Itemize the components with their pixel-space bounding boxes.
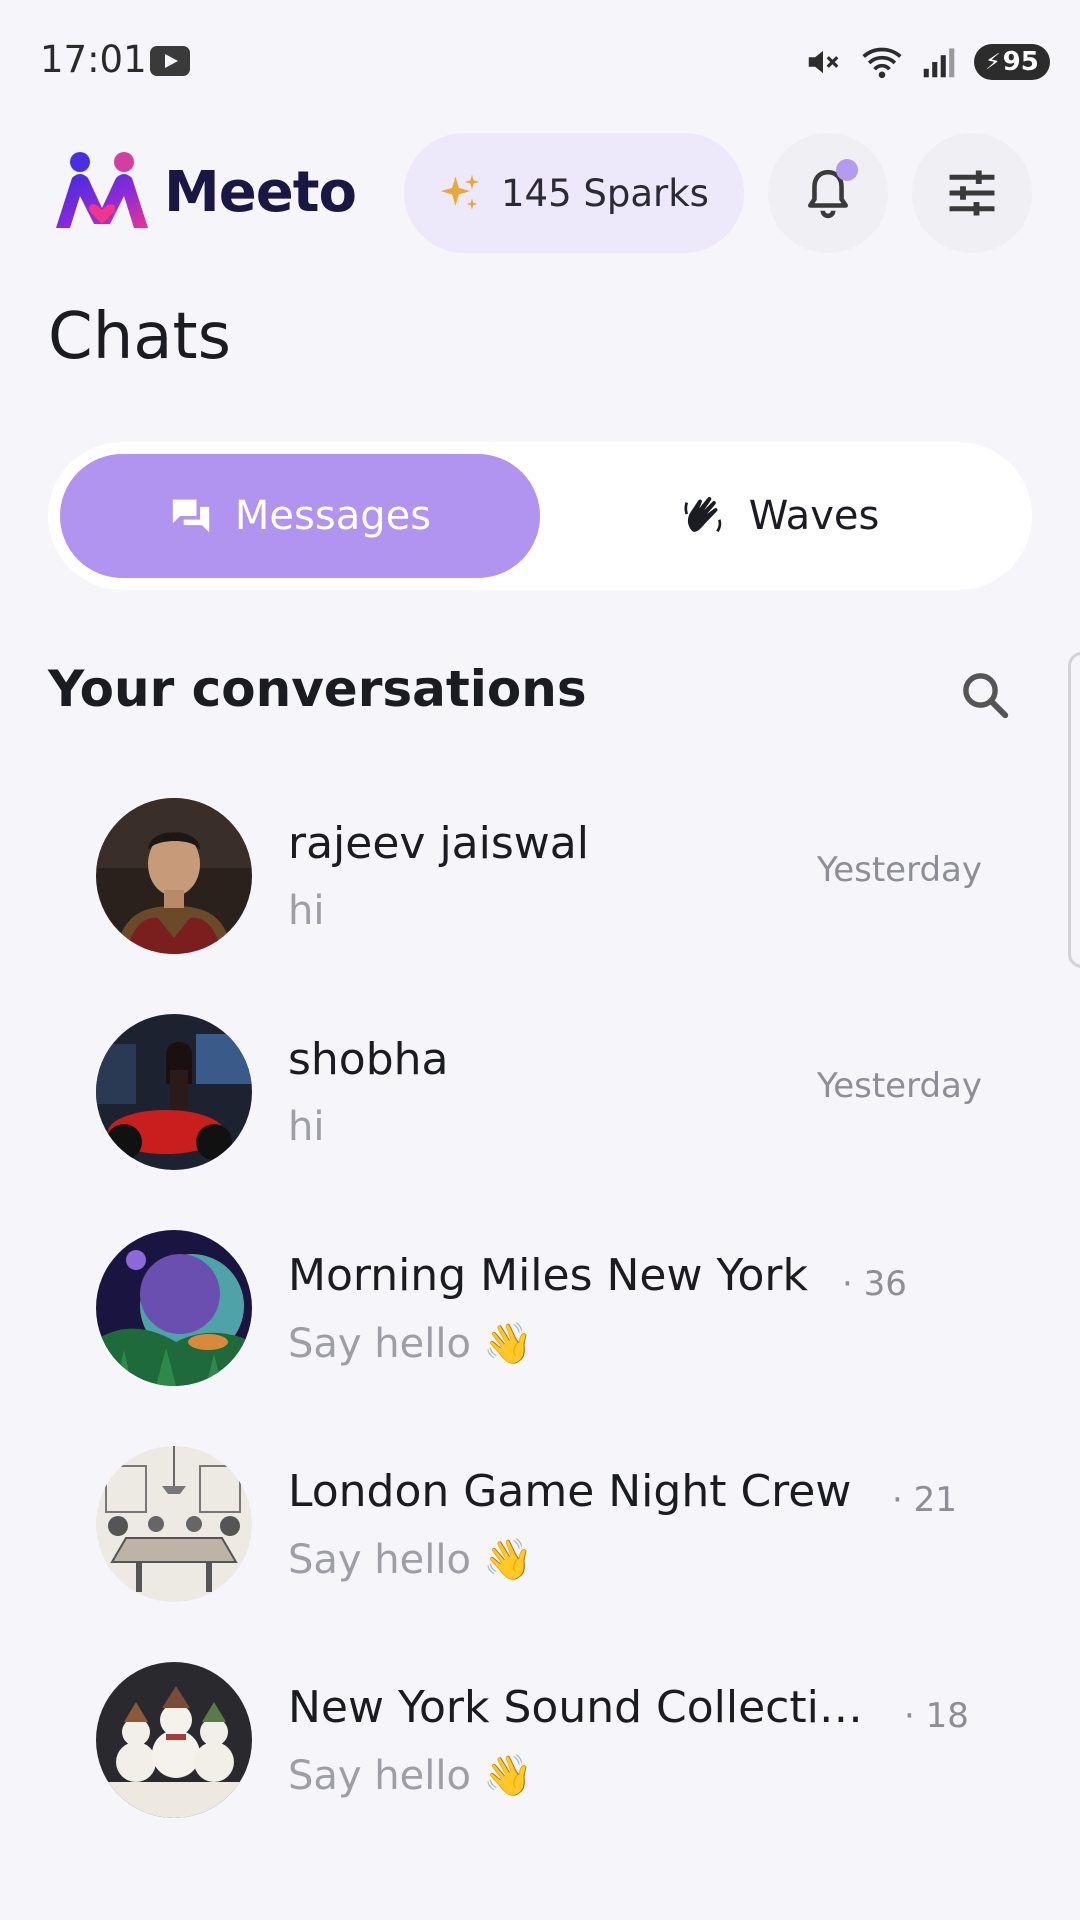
charging-icon: ⚡ [985,49,1001,75]
tab-messages-label: Messages [234,493,432,539]
avatar [96,1230,252,1386]
conversation-list: rajeev jaiswal hi Yesterday shobha hi Ye… [0,790,1080,1870]
status-bar: 17:01 ⚡ 95 [0,0,1080,122]
conversation-item[interactable]: shobha hi Yesterday [0,1006,1080,1222]
mute-icon [808,50,839,74]
conversation-preview: hi [288,888,324,934]
youtube-notification-icon [150,46,190,76]
waving-hand-icon [684,497,721,533]
search-icon [963,673,1009,719]
avatar [96,1662,252,1818]
conversation-name: New York Sound Collecti… [288,1682,863,1733]
tab-waves[interactable]: Waves [540,454,1020,578]
avatar [96,798,252,954]
tab-waves-label: Waves [748,493,880,539]
notifications-button[interactable] [768,133,888,253]
tab-messages[interactable]: Messages [60,454,540,578]
meeto-logo: Meeto [50,152,357,232]
chat-tabs: Messages Waves [48,442,1032,590]
app-header: Meeto 145 Sparks [0,130,1080,260]
waving-hand-emoji-icon: 👋 [482,1753,533,1799]
signal-icon [923,48,955,78]
page-title: Chats [48,300,231,374]
member-count: · 18 [904,1696,969,1736]
sparkle-icon [440,174,480,210]
logo-mark-icon [56,152,148,228]
sparks-balance-button[interactable]: 145 Sparks [404,133,744,253]
wifi-icon [862,47,902,79]
battery-indicator: ⚡ 95 [974,44,1050,80]
search-button[interactable] [950,660,1020,730]
preview-text: Say hello [288,1536,471,1583]
preview-text: Say hello [288,1320,471,1367]
avatar [96,1446,252,1602]
conversation-name: shobha [288,1034,449,1085]
conversation-item[interactable]: London Game Night Crew · 21 Say hello 👋 [0,1438,1080,1654]
section-title: Your conversations [48,660,587,718]
waving-hand-emoji-icon: 👋 [482,1537,533,1583]
member-count: · 36 [842,1264,907,1304]
conversation-preview: Say hello 👋 [288,1320,533,1368]
logo-text: Meeto [164,159,357,225]
battery-level: 95 [1002,47,1039,77]
preview-text: Say hello [288,1752,471,1799]
notification-dot [836,159,858,181]
conversation-name: rajeev jaiswal [288,818,589,869]
conversation-preview: Say hello 👋 [288,1752,533,1800]
conversation-time: Yesterday [816,1066,982,1106]
sparks-label: 145 Sparks [501,171,709,215]
waving-hand-emoji-icon: 👋 [482,1321,533,1367]
member-count: · 21 [892,1480,957,1520]
conversation-name: Morning Miles New York [288,1250,808,1301]
avatar [96,1014,252,1170]
conversation-item[interactable]: rajeev jaiswal hi Yesterday [0,790,1080,1006]
conversation-item[interactable]: Morning Miles New York · 36 Say hello 👋 [0,1222,1080,1438]
filters-button[interactable] [912,133,1032,253]
conversation-time: Yesterday [816,850,982,890]
status-icons: ⚡ 95 [804,40,1050,84]
sliders-icon [949,170,995,216]
conversation-item[interactable]: New York Sound Collecti… · 18 Say hello … [0,1654,1080,1870]
preview-text: hi [288,888,325,934]
conversation-name: London Game Night Crew [288,1466,852,1517]
preview-text: hi [288,1104,325,1150]
status-time: 17:01 [40,38,147,81]
conversation-preview: hi [288,1104,324,1150]
conversation-preview: Say hello 👋 [288,1536,533,1584]
chat-bubbles-icon [172,499,210,533]
